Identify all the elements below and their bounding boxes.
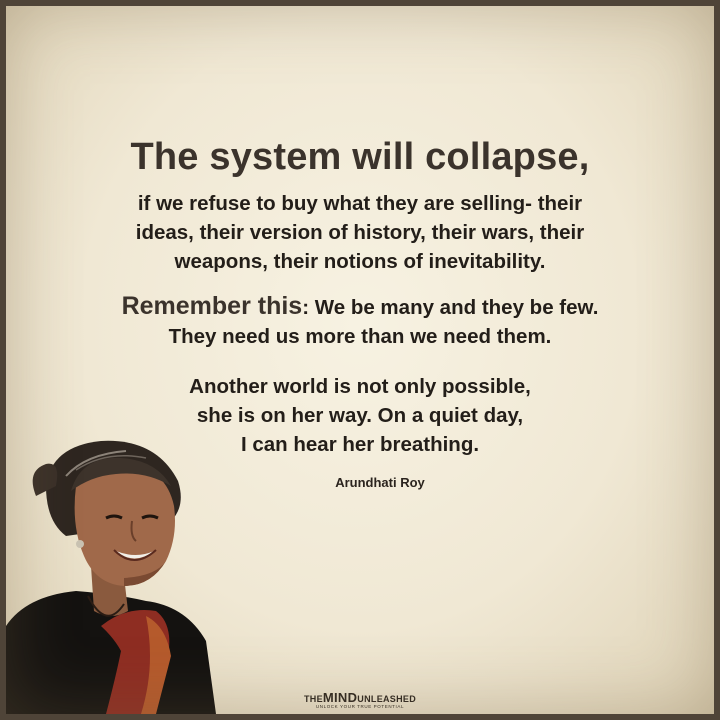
quote-line: ideas, their version of history, their w… [135, 221, 585, 244]
brand-name: THEMINDUNLEASHED [6, 690, 714, 705]
quote-title: The system will collapse, [130, 136, 590, 178]
remember-label: Remember this [121, 292, 303, 320]
quote-text: The system will collapse, if we refuse t… [6, 6, 714, 714]
quote-line: she is on her way. On a quiet day, [196, 404, 524, 427]
quote-line: I can hear her breathing. [240, 433, 480, 456]
brand-prefix: THE [303, 694, 323, 704]
quote-paragraph-3: Another world is not only possible, she … [6, 372, 714, 459]
brand-suffix: UNLEASHED [357, 694, 417, 704]
quote-line: if we refuse to buy what they are sellin… [137, 192, 583, 215]
quote-line: They need us more than we need them. [168, 325, 552, 348]
quote-author: Arundhati Roy [335, 475, 425, 490]
quote-line: weapons, their notions of inevitability. [174, 250, 546, 273]
brand-logo: THEMINDUNLEASHED UNLOCK YOUR TRUE POTENT… [6, 690, 714, 709]
brand-tagline: UNLOCK YOUR TRUE POTENTIAL [315, 704, 405, 709]
quote-paragraph-2: Remember this: We be many and they be fe… [6, 292, 714, 351]
quote-line: Remember this: We be many and they be fe… [6, 292, 714, 322]
quote-paragraph-1: if we refuse to buy what they are sellin… [6, 189, 714, 276]
quote-card: The system will collapse, if we refuse t… [0, 0, 720, 720]
brand-main: MIND [322, 690, 358, 705]
quote-line: Another world is not only possible, [189, 375, 531, 398]
remember-rest: : We be many and they be few. [302, 296, 599, 319]
